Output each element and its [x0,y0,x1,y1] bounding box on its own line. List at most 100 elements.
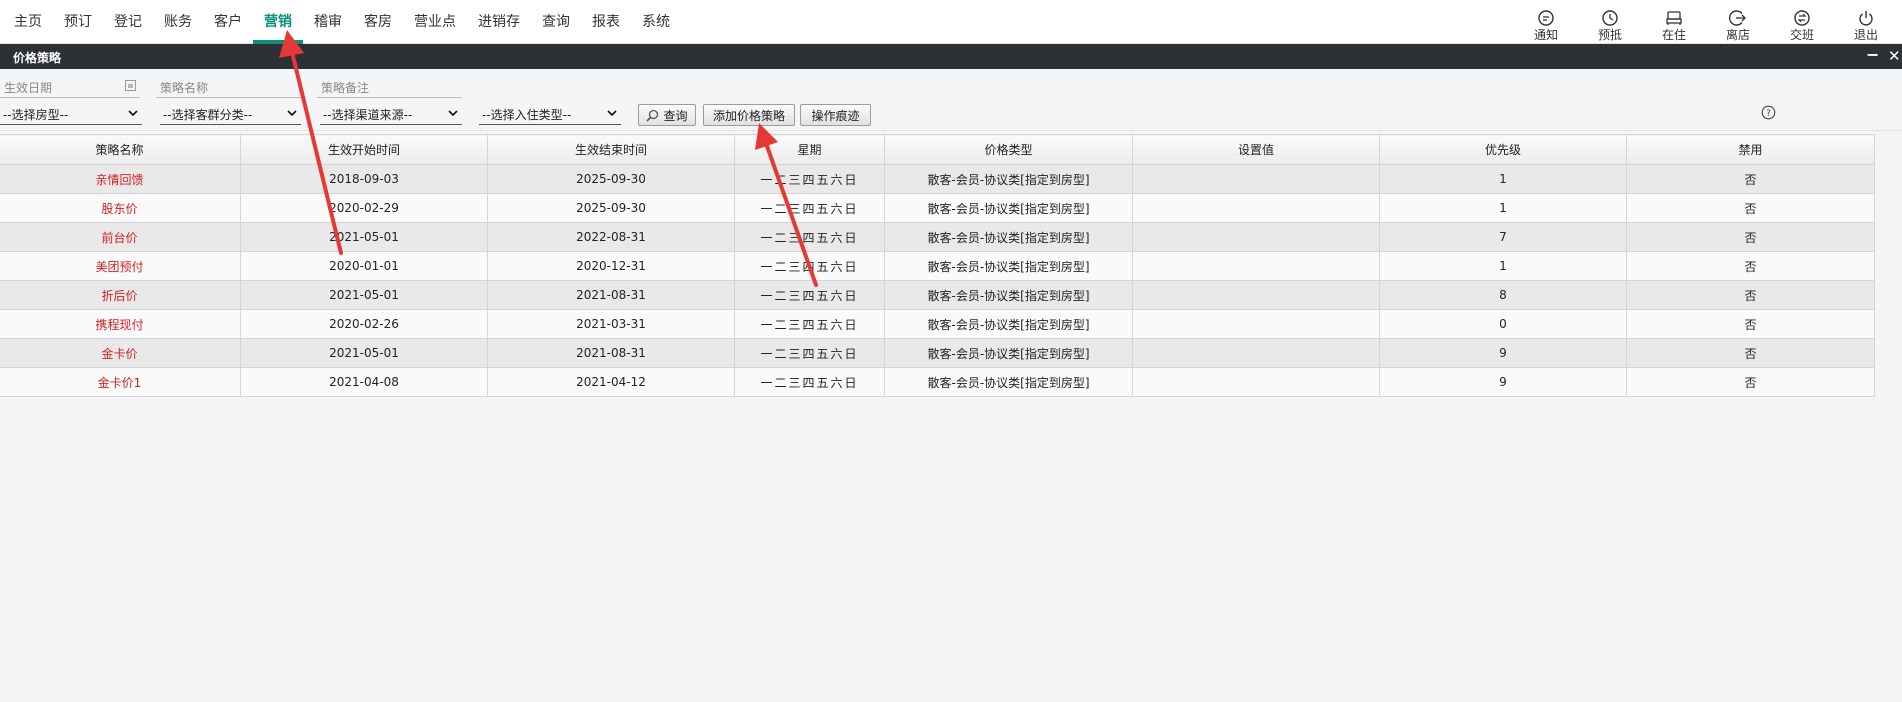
weekdays-cell: 一二三四五六日 [734,338,885,368]
power-icon [1857,9,1875,27]
channel-source-select[interactable]: --选择渠道来源-- [320,105,462,125]
strategy-name-link[interactable]: 美团预付 [0,251,241,281]
operation-log-button[interactable]: 操作痕迹 [800,104,871,126]
priority-cell: 7 [1379,222,1627,252]
nav-item-accounts[interactable]: 账务 [153,0,203,44]
guest-category-select[interactable]: --选择客群分类-- [160,105,301,125]
search-button-label: 查询 [663,108,688,123]
nav-item-customer[interactable]: 客户 [203,0,253,44]
quick-checkout-label: 离店 [1725,28,1750,42]
table-row[interactable]: 携程现付 2020-02-26 2021-03-31 一二三四五六日 散客-会员… [0,309,1875,339]
window-titlebar: 价格策略 − ✕ [0,44,1902,69]
weekdays-cell: 一二三四五六日 [734,367,885,397]
disabled-cell: 否 [1626,338,1875,368]
checkin-type-value: --选择入住类型-- [482,108,572,122]
table-header-row: 策略名称 生效开始时间 生效结束时间 星期 价格类型 设置值 优先级 禁用 [0,134,1875,165]
strategy-name-link[interactable]: 亲情回馈 [0,164,241,194]
setting-value-cell [1132,251,1380,281]
strategy-name-input[interactable] [156,78,301,98]
quick-inhouse-label: 在住 [1661,28,1686,42]
help-icon[interactable]: ? [1761,105,1776,120]
handover-icon [1793,9,1811,27]
nav-item-query[interactable]: 查询 [531,0,581,44]
strategy-name-link[interactable]: 股东价 [0,193,241,223]
calendar-icon[interactable] [125,80,136,91]
start-date-cell: 2021-05-01 [240,222,488,252]
column-header[interactable]: 星期 [734,134,885,165]
quick-handover-label: 交班 [1789,28,1814,42]
nav-item-inventory[interactable]: 进销存 [467,0,531,44]
weekdays-cell: 一二三四五六日 [734,193,885,223]
nav-item-reservation[interactable]: 预订 [53,0,103,44]
weekdays-cell: 一二三四五六日 [734,280,885,310]
disabled-cell: 否 [1626,280,1875,310]
end-date-cell: 2025-09-30 [487,193,735,223]
disabled-cell: 否 [1626,251,1875,281]
table-row[interactable]: 金卡价1 2021-04-08 2021-04-12 一二三四五六日 散客-会员… [0,367,1875,397]
column-header[interactable]: 策略名称 [0,134,241,165]
chevron-down-icon [448,110,458,117]
quick-arrivals-button[interactable]: 预抵 [1588,0,1632,42]
weekdays-cell: 一二三四五六日 [734,251,885,281]
table-row[interactable]: 美团预付 2020-01-01 2020-12-31 一二三四五六日 散客-会员… [0,251,1875,281]
chevron-down-icon [607,110,617,117]
nav-item-reports[interactable]: 报表 [581,0,631,44]
minimize-button[interactable]: − [1866,46,1879,64]
quick-notice-button[interactable]: 通知 [1524,0,1568,42]
column-header[interactable]: 设置值 [1132,134,1380,165]
priority-cell: 0 [1379,309,1627,339]
room-type-value: --选择房型-- [3,108,69,122]
strategy-remark-input[interactable] [317,78,462,98]
room-type-select[interactable]: --选择房型-- [0,105,142,125]
filter-bar: --选择房型-- --选择客群分类-- --选择渠道来源-- --选择入住类型-… [0,69,1902,131]
nav-item-outlets[interactable]: 营业点 [403,0,467,44]
quick-checkout-button[interactable]: 离店 [1716,0,1760,42]
nav-item-home[interactable]: 主页 [0,0,53,44]
price-type-cell: 散客-会员-协议类[指定到房型] [884,367,1133,397]
column-header[interactable]: 生效开始时间 [240,134,488,165]
strategy-name-link[interactable]: 前台价 [0,222,241,252]
end-date-cell: 2020-12-31 [487,251,735,281]
priority-cell: 1 [1379,164,1627,194]
search-button[interactable]: 查询 [638,104,696,126]
setting-value-cell [1132,367,1380,397]
table-row[interactable]: 前台价 2021-05-01 2022-08-31 一二三四五六日 散客-会员-… [0,222,1875,252]
strategy-name-link[interactable]: 折后价 [0,280,241,310]
disabled-cell: 否 [1626,164,1875,194]
setting-value-cell [1132,222,1380,252]
quick-inhouse-button[interactable]: 在住 [1652,0,1696,42]
price-type-cell: 散客-会员-协议类[指定到房型] [884,280,1133,310]
effective-date-input[interactable] [0,78,140,98]
close-button[interactable]: ✕ [1888,47,1901,65]
strategy-name-link[interactable]: 金卡价 [0,338,241,368]
nav-item-system[interactable]: 系统 [631,0,681,44]
checkin-type-select[interactable]: --选择入住类型-- [479,105,621,125]
column-header[interactable]: 生效结束时间 [487,134,735,165]
strategy-name-link[interactable]: 携程现付 [0,309,241,339]
nav-item-checkin[interactable]: 登记 [103,0,153,44]
quick-handover-button[interactable]: 交班 [1780,0,1824,42]
price-type-cell: 散客-会员-协议类[指定到房型] [884,193,1133,223]
add-price-strategy-button[interactable]: 添加价格策略 [703,104,795,126]
column-header[interactable]: 优先级 [1379,134,1627,165]
priority-cell: 8 [1379,280,1627,310]
table-row[interactable]: 折后价 2021-05-01 2021-08-31 一二三四五六日 散客-会员-… [0,280,1875,310]
price-type-cell: 散客-会员-协议类[指定到房型] [884,164,1133,194]
quick-logout-button[interactable]: 退出 [1844,0,1888,42]
table-row[interactable]: 股东价 2020-02-29 2025-09-30 一二三四五六日 散客-会员-… [0,193,1875,223]
table-row[interactable]: 金卡价 2021-05-01 2021-08-31 一二三四五六日 散客-会员-… [0,338,1875,368]
column-header[interactable]: 禁用 [1626,134,1875,165]
end-date-cell: 2025-09-30 [487,164,735,194]
weekdays-cell: 一二三四五六日 [734,309,885,339]
nav-item-marketing[interactable]: 营销 [253,0,303,44]
quick-notice-label: 通知 [1533,28,1558,42]
strategy-name-link[interactable]: 金卡价1 [0,367,241,397]
start-date-cell: 2018-09-03 [240,164,488,194]
clock-icon [1601,9,1619,27]
nav-item-audit[interactable]: 稽审 [303,0,353,44]
table-row[interactable]: 亲情回馈 2018-09-03 2025-09-30 一二三四五六日 散客-会员… [0,164,1875,194]
price-type-cell: 散客-会员-协议类[指定到房型] [884,338,1133,368]
column-header[interactable]: 价格类型 [884,134,1133,165]
nav-item-rooms[interactable]: 客房 [353,0,403,44]
disabled-cell: 否 [1626,367,1875,397]
